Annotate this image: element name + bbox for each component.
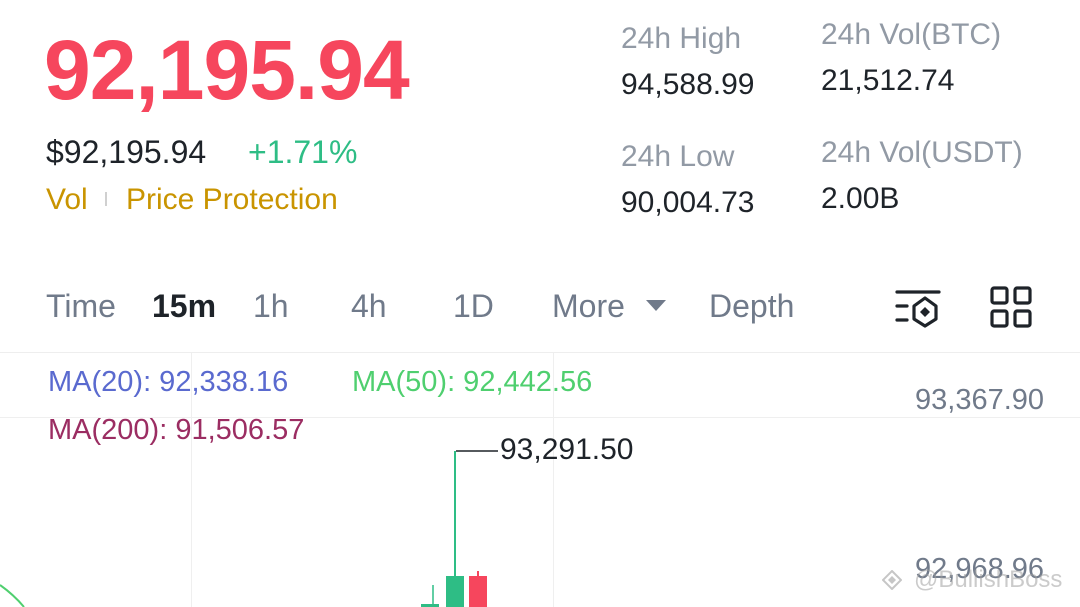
price-protection-link[interactable]: Price Protection	[126, 183, 338, 217]
vol-usdt-value: 2.00B	[821, 182, 900, 215]
ma-line	[0, 584, 25, 607]
watermark-text: @BullishBoss	[914, 566, 1063, 593]
low-label: 24h Low	[621, 140, 735, 173]
vol-btc-label: 24h Vol(BTC)	[821, 18, 1002, 51]
candle-body-up	[446, 576, 464, 607]
high-marker-label: 93,291.50	[500, 433, 634, 466]
chart-settings-icon[interactable]	[894, 286, 942, 328]
usd-price: $92,195.94	[46, 134, 207, 170]
tab-1h[interactable]: 1h	[253, 288, 289, 325]
tab-time[interactable]: Time	[46, 288, 116, 325]
tab-more[interactable]: More	[552, 288, 625, 325]
low-value: 90,004.73	[621, 186, 755, 219]
last-price: 92,195.94	[44, 23, 410, 117]
chevron-down-icon[interactable]	[646, 300, 666, 311]
vol-usdt-label: 24h Vol(USDT)	[821, 136, 1023, 169]
watermark-logo	[881, 569, 903, 591]
change-percent: +1.71%	[248, 134, 358, 170]
vol-link[interactable]: Vol	[46, 183, 88, 217]
link-separator	[105, 192, 107, 206]
tab-15m[interactable]: 15m	[152, 288, 216, 325]
vol-btc-value: 21,512.74	[821, 64, 955, 97]
tab-depth[interactable]: Depth	[709, 288, 794, 325]
tab-4h[interactable]: 4h	[351, 288, 387, 325]
high-value: 94,588.99	[621, 68, 755, 101]
candle-body-down	[469, 576, 487, 607]
tab-1d[interactable]: 1D	[453, 288, 494, 325]
high-label: 24h High	[621, 22, 742, 55]
layout-grid-icon[interactable]	[990, 286, 1032, 328]
